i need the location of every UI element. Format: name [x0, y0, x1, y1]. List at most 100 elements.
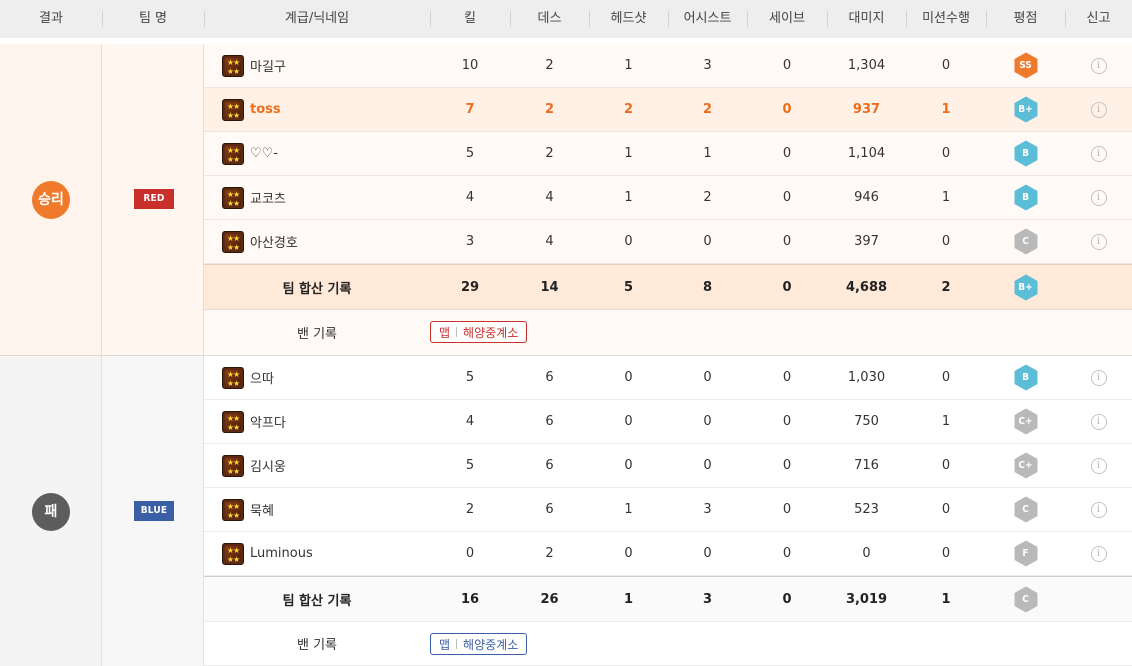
grade-badge: F — [1014, 540, 1038, 567]
header-headshot: 헤드샷 — [610, 11, 647, 26]
stat-assist: 0 — [703, 414, 712, 429]
stat-assist: 3 — [703, 502, 712, 517]
stat-death: 2 — [545, 58, 554, 73]
rank-stars: ★★ ★★ — [226, 501, 240, 520]
stat-headshot: 0 — [624, 414, 633, 429]
stat-kill: 5 — [465, 370, 475, 385]
player-nickname[interactable]: 마길구 — [250, 56, 286, 75]
team-column: BLUE — [102, 356, 204, 666]
grade-cell: C+ — [986, 444, 1065, 487]
player-nickname[interactable]: toss — [250, 102, 281, 117]
stat-damage: 1,030 — [847, 370, 886, 385]
total-headshot: 1 — [623, 591, 634, 607]
info-icon[interactable]: i — [1090, 369, 1107, 386]
stat-headshot: 1 — [624, 502, 633, 517]
player-nickname[interactable]: ♡♡- — [250, 146, 278, 161]
grade-badge: C+ — [1014, 408, 1038, 435]
ban-map-name: 해양중계소 — [463, 325, 519, 340]
player-nickname[interactable]: 김시웅 — [250, 456, 286, 475]
stat-save: 0 — [782, 146, 792, 161]
stat-damage: 946 — [854, 190, 879, 205]
stat-save: 0 — [782, 502, 792, 517]
grade-label: C+ — [1018, 460, 1033, 471]
grade-badge: C — [1014, 228, 1038, 255]
team-column: RED — [102, 44, 204, 355]
grade-cell: B+ — [986, 88, 1065, 131]
grade-label: B — [1022, 192, 1029, 203]
rank-stars-icon: ★★ ★★ — [222, 410, 244, 433]
report-cell: i — [1065, 444, 1132, 487]
player-nickname[interactable]: Luminous — [250, 546, 313, 561]
grade-cell: C+ — [986, 400, 1065, 443]
stat-death: 4 — [545, 190, 554, 205]
total-grade-cell: C — [986, 577, 1065, 621]
stat-damage: 523 — [854, 502, 879, 517]
grade-label: C — [1022, 504, 1029, 515]
grade-label: SS — [1019, 60, 1032, 71]
team-section-blue: 패 BLUE ★★ ★★ 으따 5 6 0 0 0 1,030 0 Bi ★★ ★★ 악프다 4 6 0 0 0… — [0, 355, 1132, 666]
player-row: ★★ ★★ 아산경호 3 4 0 0 0 397 0 Ci — [204, 220, 1132, 264]
info-icon[interactable]: i — [1090, 501, 1107, 518]
ban-map-box[interactable]: 맵 해양중계소 — [430, 633, 528, 655]
stat-damage: 716 — [854, 458, 879, 473]
rank-stars: ★★ ★★ — [226, 457, 240, 476]
stat-kill: 5 — [465, 458, 475, 473]
ban-map-box[interactable]: 맵 해양중계소 — [430, 321, 528, 343]
player-nickname[interactable]: 악프다 — [250, 412, 286, 431]
player-nickname[interactable]: 묵혜 — [250, 500, 274, 519]
stat-assist: 2 — [702, 102, 713, 117]
grade-cell: B — [986, 356, 1065, 399]
header-grade: 평점 — [1013, 11, 1038, 26]
player-name-cell: ★★ ★★ ♡♡- — [222, 132, 430, 175]
player-nickname[interactable]: 교코츠 — [250, 188, 286, 207]
grade-cell: C — [986, 488, 1065, 531]
total-save: 0 — [782, 591, 792, 607]
stat-mission: 0 — [941, 370, 951, 385]
stat-headshot: 0 — [624, 546, 633, 561]
player-name-cell: ★★ ★★ toss — [222, 88, 430, 131]
info-icon[interactable]: i — [1090, 545, 1107, 562]
info-icon[interactable]: i — [1090, 145, 1107, 162]
report-cell: i — [1065, 532, 1132, 575]
stat-mission: 1 — [941, 414, 951, 429]
stat-save: 0 — [782, 414, 792, 429]
info-icon[interactable]: i — [1090, 457, 1107, 474]
player-name-cell: ★★ ★★ 묵혜 — [222, 488, 430, 531]
stat-assist: 0 — [703, 546, 712, 561]
info-icon[interactable]: i — [1090, 233, 1107, 250]
header-death: 데스 — [537, 11, 562, 26]
info-icon[interactable]: i — [1090, 189, 1107, 206]
stat-assist: 0 — [703, 370, 712, 385]
rank-stars-icon: ★★ ★★ — [222, 454, 244, 477]
stat-headshot: 1 — [624, 146, 633, 161]
stat-damage: 1,104 — [847, 146, 886, 161]
player-row: ★★ ★★ 묵혜 2 6 1 3 0 523 0 Ci — [204, 488, 1132, 532]
info-icon[interactable]: i — [1090, 101, 1107, 118]
player-row: ★★ ★★ 악프다 4 6 0 0 0 750 1 C+ i — [204, 400, 1132, 444]
stat-kill: 4 — [465, 190, 475, 205]
player-name-cell: ★★ ★★ 교코츠 — [222, 176, 430, 219]
player-nickname[interactable]: 아산경호 — [250, 232, 298, 251]
player-row: ★★ ★★ toss 7 2 2 2 0 937 1 B+ i — [204, 88, 1132, 132]
stat-headshot: 0 — [624, 370, 633, 385]
total-headshot: 5 — [623, 279, 634, 295]
report-cell: i — [1065, 400, 1132, 443]
total-mission: 2 — [941, 279, 951, 295]
stat-kill: 5 — [465, 146, 475, 161]
rank-stars-icon: ★★ ★★ — [222, 366, 244, 389]
grade-label: B — [1022, 148, 1029, 159]
rank-stars-icon: ★★ ★★ — [222, 142, 244, 165]
result-column: 패 — [0, 356, 102, 666]
player-nickname[interactable]: 으따 — [250, 368, 274, 387]
player-rows: ★★ ★★ 으따 5 6 0 0 0 1,030 0 Bi ★★ ★★ 악프다 4 6 0 0 0 750 1 C+ i… — [204, 356, 1132, 666]
header-rank-nick: 계급/닉네임 — [284, 11, 350, 26]
total-assist: 8 — [702, 279, 713, 295]
stat-kill: 0 — [465, 546, 475, 561]
stat-save: 0 — [782, 546, 792, 561]
player-row: ★★ ★★ Luminous 0 2 0 0 0 0 0 Fi — [204, 532, 1132, 576]
info-icon[interactable]: i — [1090, 57, 1107, 74]
info-icon[interactable]: i — [1090, 413, 1107, 430]
header-damage: 대미지 — [848, 11, 885, 26]
report-cell: i — [1065, 88, 1132, 131]
team-total-row: 팀 합산 기록 29 14 5 8 0 4,688 2 B+ — [204, 264, 1132, 310]
